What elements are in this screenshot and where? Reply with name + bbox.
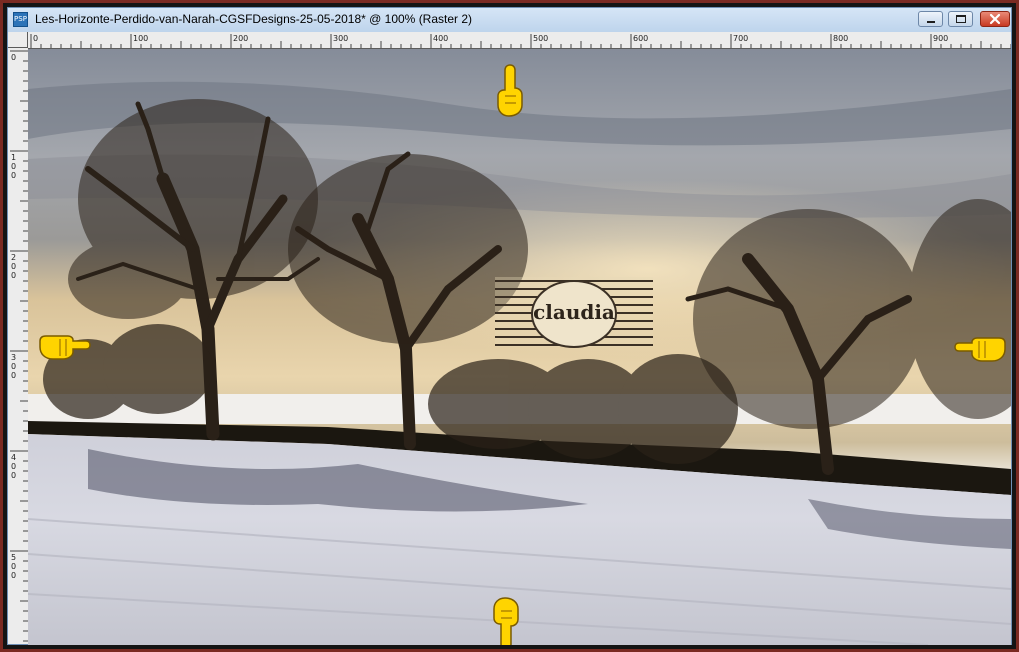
- ruler-label: 700: [733, 34, 748, 43]
- minimize-button[interactable]: [918, 11, 943, 27]
- close-icon: [989, 13, 1001, 25]
- tree-canopy-right: [693, 199, 1011, 429]
- ruler-label: 0: [11, 271, 16, 280]
- ruler-label: 0: [11, 162, 16, 171]
- vertical-ruler[interactable]: 0100200300400500: [8, 48, 29, 644]
- horizontal-ruler-scale: 0 100 200 300 400 500 600 700 800 900: [30, 34, 1011, 48]
- ruler-label: 0: [11, 262, 16, 271]
- ruler-label: 1: [11, 153, 16, 162]
- app-icon: PSP: [13, 12, 28, 27]
- svg-text:claudia: claudia: [533, 300, 615, 324]
- ruler-label: 2: [11, 253, 16, 262]
- ruler-corner: [8, 32, 28, 48]
- close-button[interactable]: [980, 11, 1010, 27]
- ruler-label: 0: [11, 471, 16, 480]
- ruler-label: 0: [11, 571, 16, 580]
- image-canvas[interactable]: claudia: [28, 49, 1011, 645]
- ruler-label: 500: [533, 34, 548, 43]
- maximize-icon: [956, 15, 966, 23]
- ruler-label: 900: [933, 34, 948, 43]
- ruler-label: 300: [333, 34, 348, 43]
- ruler-label: 0: [11, 562, 16, 571]
- ruler-label: 0: [11, 462, 16, 471]
- ruler-label: 100: [133, 34, 148, 43]
- ruler-label: 4: [11, 453, 16, 462]
- maximize-button[interactable]: [948, 11, 973, 27]
- title-bar[interactable]: PSP Les-Horizonte-Perdido-van-Narah-CGSF…: [8, 8, 1011, 32]
- minimize-icon: [927, 21, 935, 23]
- ruler-label: 3: [11, 353, 16, 362]
- vertical-ruler-scale: 0100200300400500: [10, 50, 28, 642]
- landscape-image: claudia: [28, 49, 1011, 645]
- ruler-label: 200: [233, 34, 248, 43]
- window-title: Les-Horizonte-Perdido-van-Narah-CGSFDesi…: [35, 12, 473, 26]
- horizontal-ruler[interactable]: 0 100 200 300 400 500 600 700 800 900: [28, 32, 1011, 49]
- image-window: PSP Les-Horizonte-Perdido-van-Narah-CGSF…: [7, 7, 1012, 645]
- ruler-label: 600: [633, 34, 648, 43]
- ruler-label: 400: [433, 34, 448, 43]
- ruler-label: 0: [11, 362, 16, 371]
- ruler-label: 0: [33, 34, 38, 43]
- claudia-watermark: claudia: [495, 277, 653, 348]
- ruler-label: 0: [11, 171, 16, 180]
- ruler-label: 5: [11, 553, 16, 562]
- ruler-label: 0: [11, 53, 16, 62]
- ruler-label: 800: [833, 34, 848, 43]
- ruler-label: 0: [11, 371, 16, 380]
- tree-canopy-center: [288, 154, 528, 344]
